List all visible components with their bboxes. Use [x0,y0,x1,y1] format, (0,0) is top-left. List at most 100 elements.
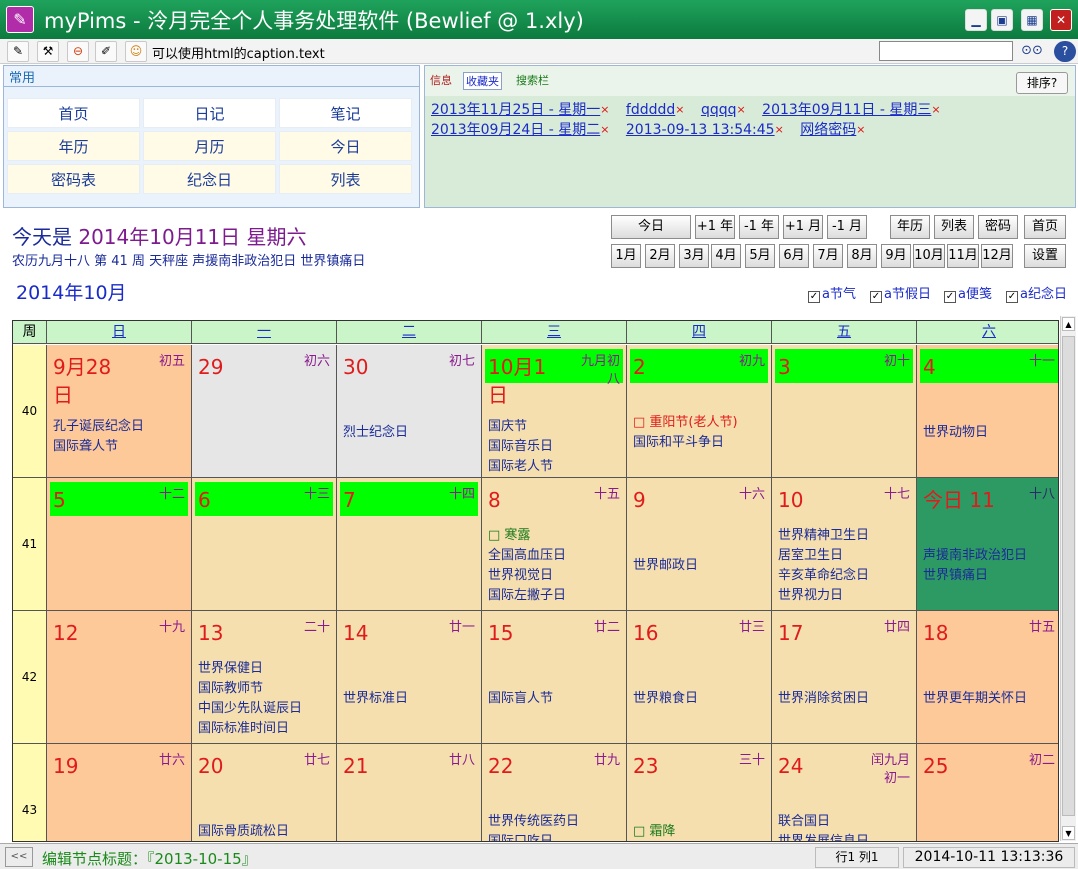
checkbox-icon[interactable]: ✓ [944,291,956,303]
event-item[interactable]: □ 寒露 [488,526,566,546]
event-item[interactable]: 世界精神卫生日 [778,526,869,546]
nav-prev-month-button[interactable]: -1 月 [827,215,867,239]
event-item[interactable]: 国际左撇子日 [488,586,566,606]
quick-home-button[interactable]: 首页 [7,98,140,128]
event-item[interactable]: 烈士纪念日 [343,423,408,443]
month-8-button[interactable]: 8月 [847,244,877,268]
remove-bookmark-icon[interactable]: × [736,103,745,116]
restore-icon[interactable]: ▣ [991,9,1013,31]
user-icon[interactable]: ☺ [125,41,147,62]
minimize-icon[interactable]: ▁ [965,9,987,31]
day-cell[interactable]: 6 十三 [192,478,337,611]
event-item[interactable]: 世界粮食日 [633,689,698,709]
nav-prev-year-button[interactable]: -1 年 [739,215,779,239]
edit-icon[interactable]: ✎ [7,41,29,62]
checkbox-icon[interactable]: ✓ [870,291,882,303]
day-cell[interactable]: 18 廿五 世界更年期关怀日 [917,611,1058,744]
day-cell[interactable]: 5 十二 [47,478,192,611]
event-item[interactable]: 世界发展信息日 [778,832,869,841]
nav-list-button[interactable]: 列表 [934,215,974,239]
sort-button[interactable]: 排序? [1016,72,1068,94]
scroll-thumb[interactable] [1062,336,1075,816]
option-notes[interactable]: ✓ a便笺 [944,283,992,303]
event-item[interactable]: 国际音乐日 [488,437,553,457]
search-input[interactable] [879,41,1013,61]
app-logo-icon[interactable]: ✎ [6,6,34,33]
checkbox-icon[interactable]: ✓ [1006,291,1018,303]
scroll-up-icon[interactable]: ▲ [1062,317,1075,331]
day-cell[interactable]: 29 初六 [192,345,337,478]
day-cell[interactable]: 23 三十 □ 霜降 [627,744,772,841]
day-cell[interactable]: 16 廿三 世界粮食日 [627,611,772,744]
day-cell[interactable]: 19 廿六 [47,744,192,841]
day-cell[interactable]: 12 十九 [47,611,192,744]
day-cell[interactable]: 14 廿一 世界标准日 [337,611,482,744]
nav-password-button[interactable]: 密码 [978,215,1018,239]
month-4-button[interactable]: 4月 [711,244,741,268]
help-icon[interactable]: ? [1054,41,1076,62]
day-cell[interactable]: 24 闰九月初一 联合国日 世界发展信息日 [772,744,917,841]
day-cell[interactable]: 今日 11 十八 声援南非政治犯日 世界镇痛日 [917,478,1058,611]
day-cell[interactable]: 10 十七 世界精神卫生日 居室卫生日 辛亥革命纪念日 世界视力日 [772,478,917,611]
nav-next-year-button[interactable]: +1 年 [695,215,735,239]
quick-diary-button[interactable]: 日记 [143,98,276,128]
event-item[interactable]: 世界邮政日 [633,556,698,576]
event-item[interactable]: 世界保健日 [198,659,302,679]
remove-bookmark-icon[interactable]: × [931,103,940,116]
day-cell[interactable]: 2 初九 □ 重阳节(老人节) 国际和平斗争日 [627,345,772,478]
month-2-button[interactable]: 2月 [645,244,675,268]
quick-notes-button[interactable]: 笔记 [279,98,412,128]
vertical-scrollbar[interactable]: ▲ ▼ [1060,316,1076,841]
event-item[interactable]: 国际聋人节 [53,437,144,457]
remove-bookmark-icon[interactable]: × [600,103,609,116]
bookmark-link[interactable]: 网络密码 [800,122,856,138]
event-item[interactable]: 国际盲人节 [488,689,553,709]
event-item[interactable]: 国际和平斗争日 [633,433,738,453]
nav-home-button[interactable]: 首页 [1024,215,1066,239]
event-item[interactable]: 居室卫生日 [778,546,869,566]
event-item[interactable]: 世界镇痛日 [923,566,1027,586]
event-item[interactable]: 世界标准日 [343,689,408,709]
event-item[interactable]: 全国高血压日 [488,546,566,566]
event-item[interactable]: 世界消除贫困日 [778,689,869,709]
event-item[interactable]: 世界视觉日 [488,566,566,586]
scroll-down-icon[interactable]: ▼ [1062,826,1075,840]
event-item[interactable]: 国际骨质疏松日 [198,822,289,841]
quick-password-button[interactable]: 密码表 [7,164,140,194]
event-item[interactable]: 国际教师节 [198,679,302,699]
day-cell[interactable]: 15 廿二 国际盲人节 [482,611,627,744]
settings-button[interactable]: 设置 [1024,244,1066,268]
binoculars-icon[interactable]: ⊙⊙ [1017,41,1047,61]
day-cell[interactable]: 3 初十 [772,345,917,478]
bookmark-link[interactable]: 2013年09月11日 - 星期三 [762,102,931,118]
remove-bookmark-icon[interactable]: × [856,123,865,136]
event-item[interactable]: □ 霜降 [633,822,675,841]
event-item[interactable]: 世界动物日 [923,423,988,443]
quick-anniversary-button[interactable]: 纪念日 [143,164,276,194]
option-anniversaries[interactable]: ✓ a纪念日 [1006,283,1067,303]
bookmark-link[interactable]: 2013年09月24日 - 星期二 [431,122,600,138]
tab-info[interactable]: 信息 [428,72,454,88]
bookmark-link[interactable]: 2013-09-13 13:54:45 [626,122,775,138]
tools-icon[interactable]: ⚒ [37,41,59,62]
month-5-button[interactable]: 5月 [745,244,775,268]
day-cell[interactable]: 17 廿四 世界消除贫困日 [772,611,917,744]
bookmark-link[interactable]: qqqq [701,102,737,118]
bookmark-link[interactable]: fddddd [626,102,675,118]
checkbox-icon[interactable]: ✓ [808,291,820,303]
quick-month-calendar-button[interactable]: 月历 [143,131,276,161]
event-item[interactable]: 国际老人节 [488,457,553,477]
event-item[interactable]: 联合国日 [778,812,869,832]
month-12-button[interactable]: 12月 [981,244,1013,268]
month-7-button[interactable]: 7月 [813,244,843,268]
day-cell[interactable]: 25 初二 [917,744,1058,841]
nav-today-button[interactable]: 今日 [611,215,691,239]
event-item[interactable]: 世界传统医药日 [488,812,579,832]
month-6-button[interactable]: 6月 [779,244,809,268]
event-item[interactable]: □ 重阳节(老人节) [633,413,738,433]
tab-search[interactable]: 搜索栏 [514,72,551,88]
nav-next-month-button[interactable]: +1 月 [783,215,823,239]
month-9-button[interactable]: 9月 [881,244,911,268]
nav-year-calendar-button[interactable]: 年历 [890,215,930,239]
quick-list-button[interactable]: 列表 [279,164,412,194]
